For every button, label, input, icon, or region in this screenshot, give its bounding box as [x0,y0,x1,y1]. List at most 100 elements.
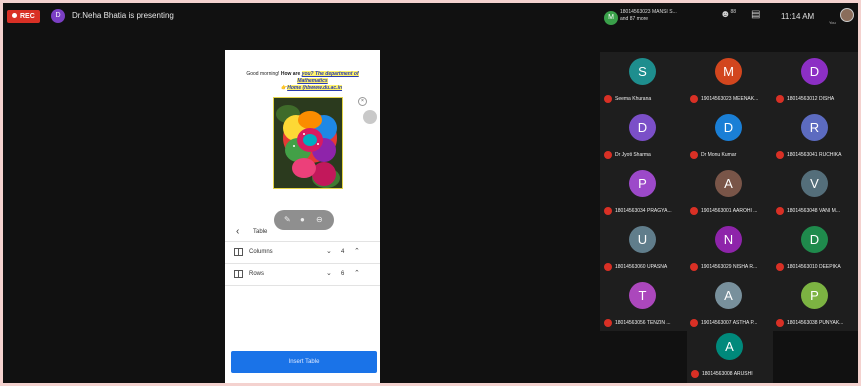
participant-avatar: P [801,282,828,309]
participant-tile[interactable]: P 18014563038 PUNYAK... [772,276,858,332]
presenter-avatar: D [51,9,65,23]
participant-avatar: R [801,114,828,141]
participant-name: Dr Jyoti Sharma [615,152,651,158]
muted-mic-icon [604,319,612,327]
participant-avatar: M [715,58,742,85]
people-button[interactable]: ☻88 [720,9,736,20]
participant-name: 19014563023 MEENAK... [701,96,759,102]
back-arrow-icon[interactable]: ‹ [236,226,239,237]
columns-row: Columns ⌄ 4 ⌃ [225,242,380,264]
participant-name: 19014563001 AAROHI ... [701,208,758,214]
chat-icon: ▤ [751,9,761,20]
muted-mic-icon [776,95,784,103]
participant-avatar: D [629,114,656,141]
participant-avatar: N [715,226,742,253]
table-panel-title: Table [253,229,268,235]
participant-name: 18014563038 PUNYAK... [787,320,844,326]
participant-avatar: T [629,282,656,309]
participant-name: 18014563060 UPASNA [615,264,668,270]
participant-name: 18014563012 DISHA [787,96,835,102]
participant-name: 18014563041 RUCHIKA [787,152,842,158]
top-bar: REC D Dr.Neha Bhatia is presenting M 180… [3,3,858,29]
muted-mic-icon [776,207,784,215]
mic-icon[interactable]: ● [300,215,305,224]
clock: 11:14 AM [781,12,815,21]
participant-grid-overflow: A 18014563008 ARUSHI [687,331,773,383]
participant-tile[interactable]: T 18014563056 TENZIN ... [600,276,686,332]
meeting-window: REC D Dr.Neha Bhatia is presenting M 180… [3,3,858,383]
participant-tile[interactable]: S Seema Khurana [600,52,686,108]
participant-name: Dr Monu Kumar [701,152,737,158]
rows-decrease-icon[interactable]: ⌄ [326,269,332,277]
participant-avatar: A [715,282,742,309]
record-dot-icon [12,13,17,18]
muted-mic-icon [604,207,612,215]
participant-tile[interactable]: D Dr Jyoti Sharma [600,108,686,164]
muted-mic-icon [604,263,612,271]
participant-tile[interactable]: A 19014563001 AAROHI ... [686,164,772,220]
participant-tile[interactable]: V 18014563048 VANI M... [772,164,858,220]
doc-line-1: Good morning! How are you? The departmen… [246,71,359,77]
self-label: You [829,20,836,25]
participant-tile[interactable]: M 19014563023 MEENAK... [686,52,772,108]
insert-table-button[interactable]: Insert Table [231,351,377,373]
rainbow-rose-image [273,97,343,189]
annotation-toolbar[interactable]: ✎ ● ⊖ [274,210,334,230]
muted-mic-icon [690,207,698,215]
muted-mic-icon [690,151,698,159]
participant-avatar: A [716,333,743,360]
muted-mic-icon [690,95,698,103]
rose-drawing [274,98,342,188]
muted-mic-icon [690,319,698,327]
rows-icon [234,270,243,278]
people-icon: ☻ [720,9,731,20]
participant-avatar: S [629,58,656,85]
columns-icon [234,248,243,256]
muted-mic-icon [691,370,699,378]
participant-avatar: U [629,226,656,253]
participant-name: 18014563034 PRAGYA... [615,208,672,214]
muted-mic-icon [604,151,612,159]
muted-mic-icon [776,151,784,159]
participant-name: 18014563010 DEEPIKA [787,264,841,270]
image-close-icon[interactable]: × [358,97,367,106]
rows-row: Rows ⌄ 6 ⌃ [225,264,380,286]
participant-tile[interactable]: N 19014563029 NISHA R... [686,220,772,276]
participant-tile[interactable]: D Dr Monu Kumar [686,108,772,164]
participant-tile[interactable]: U 18014563060 UPASNA [600,220,686,276]
participant-name: 19014563007 ASTHA P... [701,320,758,326]
participant-name: 19014563029 NISHA R... [701,264,758,270]
chat-button[interactable]: ▤ [751,9,760,20]
participant-name: Seema Khurana [615,96,652,102]
participant-name: 18014563008 ARUSHI [702,371,753,377]
participant-tile[interactable]: A 19014563007 ASTHA P... [686,276,772,332]
shared-screen: Good morning! How are you? The departmen… [225,50,380,383]
participants-summary[interactable]: 18014563023 MANSI S... and 87 more [620,9,677,23]
participant-name: 18014563048 VANI M... [787,208,840,214]
participant-tile[interactable]: R 18014563041 RUCHIKA [772,108,858,164]
minus-icon[interactable]: ⊖ [316,215,323,224]
participant-avatar: A [715,170,742,197]
participant-tile[interactable]: A 18014563008 ARUSHI [687,327,773,383]
participant-avatar: D [715,114,742,141]
doc-line-3: 👉Home (hbwww.du.ac.in [280,85,343,91]
rows-increase-icon[interactable]: ⌃ [354,269,360,277]
muted-mic-icon [604,95,612,103]
columns-decrease-icon[interactable]: ⌄ [326,247,332,255]
participant-tile[interactable]: P 18014563034 PRAGYA... [600,164,686,220]
columns-increase-icon[interactable]: ⌃ [354,247,360,255]
pen-icon[interactable]: ✎ [284,215,291,224]
participant-tile[interactable]: D 18014563010 DEEPIKA [772,220,858,276]
participants-avatar[interactable]: M [604,11,618,25]
self-avatar[interactable] [840,8,854,22]
participant-tile[interactable]: D 18014563012 DISHA [772,52,858,108]
muted-mic-icon [690,263,698,271]
participant-name: 18014563056 TENZIN ... [615,320,671,326]
participant-grid: S Seema Khurana M 19014563023 MEENAK... D 180… [600,52,858,331]
doc-line-2: Mathematics [297,78,328,84]
muted-mic-icon [776,263,784,271]
presenting-label: Dr.Neha Bhatia is presenting [72,11,174,20]
muted-mic-icon [776,319,784,327]
recording-badge: REC [7,10,40,23]
image-handle[interactable] [363,110,377,124]
